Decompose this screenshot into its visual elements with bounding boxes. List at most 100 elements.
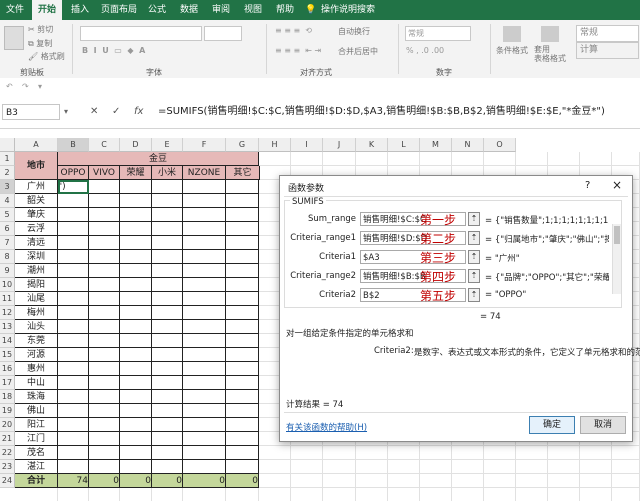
cell-value[interactable] — [152, 194, 183, 208]
cell-value[interactable] — [226, 180, 259, 194]
font-name-select[interactable] — [80, 26, 202, 41]
row-header[interactable]: 6 — [0, 222, 15, 236]
row-header[interactable]: 11 — [0, 292, 15, 306]
cell-city[interactable]: 汕头 — [15, 320, 58, 334]
cell-value[interactable] — [58, 194, 89, 208]
redo-icon[interactable]: ↷ — [22, 82, 29, 91]
row-header[interactable]: 9 — [0, 264, 15, 278]
cell-value[interactable] — [183, 362, 226, 376]
conditional-format-button[interactable]: 条件格式 — [496, 45, 528, 56]
cell-value[interactable] — [152, 278, 183, 292]
cell-total[interactable]: 0 — [120, 474, 152, 488]
cell-value[interactable] — [89, 418, 120, 432]
collapse-dialog-icon[interactable]: ⇡ — [468, 231, 480, 245]
row-header[interactable]: 16 — [0, 362, 15, 376]
cell-city[interactable]: 珠海 — [15, 390, 58, 404]
cell-value[interactable] — [226, 348, 259, 362]
cell-value[interactable] — [120, 222, 152, 236]
cell-brand-header[interactable]: 其它 — [226, 166, 260, 180]
column-header[interactable]: L — [388, 138, 420, 152]
format-as-table-button[interactable]: 套用 表格格式 — [534, 45, 566, 63]
cell-value[interactable] — [183, 348, 226, 362]
cell-city[interactable]: 茂名 — [15, 446, 58, 460]
row-header[interactable]: 4 — [0, 194, 15, 208]
cell-brand-header[interactable]: VIVO — [89, 166, 120, 180]
cell-value[interactable] — [226, 236, 259, 250]
cell-city[interactable]: 梅州 — [15, 306, 58, 320]
cell-city[interactable]: 惠州 — [15, 362, 58, 376]
cell-value[interactable] — [226, 208, 259, 222]
scrollbar-thumb[interactable] — [614, 226, 620, 244]
cell-value[interactable] — [58, 278, 89, 292]
cell-city[interactable]: 汕尾 — [15, 292, 58, 306]
conditional-format-icon[interactable] — [503, 26, 521, 42]
collapse-dialog-icon[interactable]: ⇡ — [468, 269, 480, 283]
cell-value[interactable] — [183, 334, 226, 348]
cell-city[interactable]: 深圳 — [15, 250, 58, 264]
cell-value[interactable] — [58, 348, 89, 362]
cell-city[interactable]: 韶关 — [15, 194, 58, 208]
column-header[interactable]: K — [356, 138, 388, 152]
cell-value[interactable] — [226, 250, 259, 264]
name-box[interactable]: B3 — [2, 104, 60, 120]
cell-value[interactable] — [152, 404, 183, 418]
cut-button[interactable]: ✂ 剪切 — [28, 24, 53, 35]
function-help-link[interactable]: 有关该函数的帮助(H) — [286, 421, 367, 433]
cell-value[interactable] — [183, 390, 226, 404]
cell-value[interactable] — [183, 208, 226, 222]
dialog-help-button[interactable]: ? — [585, 180, 590, 191]
cell-value[interactable] — [226, 306, 259, 320]
row-header[interactable]: 3 — [0, 180, 15, 194]
cell-value[interactable] — [183, 278, 226, 292]
cell-value[interactable] — [152, 362, 183, 376]
cell-value[interactable] — [226, 320, 259, 334]
column-header[interactable]: M — [420, 138, 452, 152]
cell-value[interactable] — [120, 348, 152, 362]
cell-value[interactable] — [89, 250, 120, 264]
column-header[interactable]: C — [89, 138, 120, 152]
insert-function-icon[interactable]: fx — [134, 106, 143, 117]
cell-group-header[interactable]: 金豆 — [58, 152, 259, 166]
dialog-close-button[interactable]: × — [612, 178, 622, 192]
name-box-dropdown-icon[interactable]: ▾ — [64, 107, 68, 116]
column-header[interactable]: D — [120, 138, 152, 152]
style-calculation[interactable]: 计算 — [576, 42, 639, 59]
cell-value[interactable] — [120, 334, 152, 348]
row-header[interactable]: 10 — [0, 278, 15, 292]
cell-value[interactable] — [226, 404, 259, 418]
cell-value[interactable] — [89, 208, 120, 222]
copy-button[interactable]: ⧉ 复制 — [28, 38, 52, 49]
font-format-buttons[interactable]: B I U ▭ ◆ A — [82, 46, 145, 55]
cell-value[interactable] — [89, 320, 120, 334]
tab-page-layout[interactable]: 页面布局 — [98, 0, 140, 20]
cell-value[interactable] — [183, 376, 226, 390]
cell-value[interactable] — [58, 320, 89, 334]
collapse-dialog-icon[interactable]: ⇡ — [468, 288, 480, 302]
cell-value[interactable] — [89, 194, 120, 208]
cancel-button[interactable]: 取消 — [580, 416, 626, 434]
cell-value[interactable] — [89, 348, 120, 362]
cell-value[interactable] — [120, 208, 152, 222]
row-header[interactable]: 12 — [0, 306, 15, 320]
cell-value[interactable] — [58, 390, 89, 404]
cell-value[interactable] — [89, 390, 120, 404]
cell-value[interactable] — [89, 362, 120, 376]
cell-value[interactable] — [58, 236, 89, 250]
font-size-select[interactable] — [204, 26, 242, 41]
cell-total[interactable]: 0 — [226, 474, 259, 488]
row-header[interactable]: 5 — [0, 208, 15, 222]
cell-value[interactable] — [120, 250, 152, 264]
cell-value[interactable] — [152, 376, 183, 390]
tab-file[interactable]: 文件 — [0, 0, 30, 20]
cell-value[interactable] — [120, 446, 152, 460]
cell-value[interactable] — [58, 250, 89, 264]
cell-value[interactable] — [120, 404, 152, 418]
cell-value[interactable] — [152, 250, 183, 264]
cell-value[interactable] — [152, 208, 183, 222]
cell-value[interactable] — [89, 404, 120, 418]
cell-value[interactable] — [152, 334, 183, 348]
column-header[interactable]: E — [152, 138, 183, 152]
row-header[interactable]: 8 — [0, 250, 15, 264]
cell-value[interactable] — [226, 194, 259, 208]
cell-value[interactable] — [120, 292, 152, 306]
